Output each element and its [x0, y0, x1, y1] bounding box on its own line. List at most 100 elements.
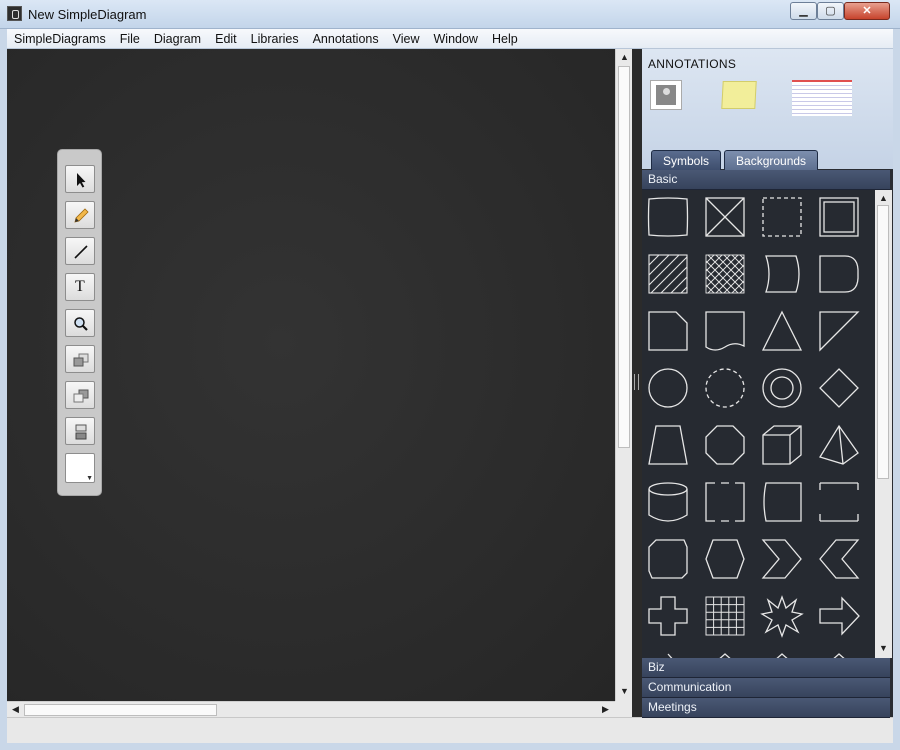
scroll-up-icon[interactable]: ▲: [617, 50, 632, 65]
image-annotation-icon[interactable]: [650, 80, 682, 110]
canvas-vertical-scroll-thumb[interactable]: [618, 66, 630, 448]
text-tool-button[interactable]: T: [65, 273, 95, 301]
status-bar: [7, 717, 893, 743]
title-bar: New SimpleDiagram ▁ ▢ ✕: [0, 0, 900, 29]
menu-file[interactable]: File: [113, 29, 147, 48]
tab-backgrounds[interactable]: Backgrounds: [724, 150, 819, 170]
crossed-box-symbol[interactable]: [703, 195, 747, 239]
dashed-circle-symbol[interactable]: [703, 366, 747, 410]
maximize-button[interactable]: ▢: [817, 2, 844, 20]
window-title: New SimpleDiagram: [28, 7, 147, 22]
double-box-symbol[interactable]: [817, 195, 861, 239]
app-icon: [7, 6, 22, 21]
document-symbol[interactable]: [703, 309, 747, 353]
menu-window[interactable]: Window: [427, 29, 485, 48]
annotations-title: ANNOTATIONS: [648, 57, 737, 71]
bring-forward-button[interactable]: [65, 345, 95, 373]
chevron-down-icon: ▼: [86, 475, 93, 482]
section-communication[interactable]: Communication: [642, 678, 890, 698]
splitter-grip-icon[interactable]: [634, 374, 639, 390]
text-icon: T: [75, 278, 85, 295]
library-scrollbar[interactable]: ▲ ▼: [875, 190, 892, 658]
grid-symbol[interactable]: [703, 594, 747, 638]
arrow-symbol[interactable]: [817, 594, 861, 638]
partial-symbol[interactable]: [646, 651, 690, 658]
line-icon: [74, 245, 88, 259]
send-backward-icon: [73, 389, 89, 403]
scroll-right-icon[interactable]: ▶: [598, 702, 613, 717]
starburst-symbol[interactable]: [760, 594, 804, 638]
canvas-horizontal-scrollbar[interactable]: ◀ ▶: [7, 701, 615, 717]
select-tool-button[interactable]: [65, 165, 95, 193]
close-button[interactable]: ✕: [844, 2, 890, 20]
partial-symbol[interactable]: [817, 651, 861, 658]
send-backward-button[interactable]: [65, 381, 95, 409]
section-biz[interactable]: Biz: [642, 658, 890, 678]
library-tabs: Symbols Backgrounds: [651, 150, 819, 170]
partial-symbol[interactable]: [703, 651, 747, 658]
magnifier-icon: [74, 317, 88, 331]
align-icon: [75, 424, 87, 440]
scroll-up-icon[interactable]: ▲: [876, 191, 891, 206]
scroll-corner: [615, 701, 632, 717]
panel-splitter[interactable]: [632, 49, 642, 717]
circle-symbol[interactable]: [646, 366, 690, 410]
tab-symbols[interactable]: Symbols: [651, 150, 722, 170]
arrow-pointer-icon: [77, 173, 86, 188]
menu-diagram[interactable]: Diagram: [147, 29, 208, 48]
rectangle-symbol[interactable]: [646, 195, 690, 239]
align-button[interactable]: [65, 417, 95, 445]
diamond-symbol[interactable]: [817, 366, 861, 410]
section-meetings[interactable]: Meetings: [642, 698, 890, 718]
storage-symbol[interactable]: [760, 252, 804, 296]
delay-symbol[interactable]: [817, 252, 861, 296]
hatched-box-symbol[interactable]: [646, 252, 690, 296]
pencil-icon: [74, 208, 89, 223]
tool-palette: T ▼: [57, 149, 102, 496]
cut-corner-box-symbol[interactable]: [646, 309, 690, 353]
color-swatch-button[interactable]: ▼: [65, 453, 95, 483]
right-triangle-symbol[interactable]: [817, 309, 861, 353]
minimize-button[interactable]: ▁: [790, 2, 817, 20]
lined-paper-icon[interactable]: [792, 80, 852, 116]
menu-view[interactable]: View: [386, 29, 427, 48]
line-tool-button[interactable]: [65, 237, 95, 265]
cube-symbol[interactable]: [760, 423, 804, 467]
zoom-tool-button[interactable]: [65, 309, 95, 337]
scroll-left-icon[interactable]: ◀: [8, 702, 23, 717]
triangle-symbol[interactable]: [760, 309, 804, 353]
section-basic[interactable]: Basic: [642, 170, 890, 190]
library-scroll-thumb[interactable]: [877, 205, 889, 479]
rounded-octagon-symbol[interactable]: [646, 537, 690, 581]
reverse-chevron-symbol[interactable]: [817, 537, 861, 581]
canvas-horizontal-scroll-thumb[interactable]: [24, 704, 217, 716]
sticky-note-icon[interactable]: [721, 81, 757, 109]
open-box-symbol[interactable]: [817, 480, 861, 524]
octagon-symbol[interactable]: [703, 423, 747, 467]
cross-symbol[interactable]: [646, 594, 690, 638]
scroll-down-icon[interactable]: ▼: [876, 641, 891, 656]
chevron-symbol[interactable]: [760, 537, 804, 581]
crosshatched-box-symbol[interactable]: [703, 252, 747, 296]
symbol-grid: [642, 190, 875, 658]
menu-help[interactable]: Help: [485, 29, 525, 48]
pencil-tool-button[interactable]: [65, 201, 95, 229]
menu-annotations[interactable]: Annotations: [306, 29, 386, 48]
library-panel: ANNOTATIONS Symbols Backgrounds Basic ▲ …: [642, 49, 893, 718]
pyramid-symbol[interactable]: [817, 423, 861, 467]
cylinder-symbol[interactable]: [646, 480, 690, 524]
dashed-box-symbol[interactable]: [760, 195, 804, 239]
bring-forward-icon: [73, 353, 89, 367]
partial-symbol[interactable]: [760, 651, 804, 658]
menu-libraries[interactable]: Libraries: [244, 29, 306, 48]
menu-bar: SimpleDiagrams File Diagram Edit Librari…: [7, 29, 893, 49]
canvas-vertical-scrollbar[interactable]: ▲ ▼: [615, 49, 632, 701]
hexagon-symbol[interactable]: [703, 537, 747, 581]
bracket-box-symbol[interactable]: [703, 480, 747, 524]
menu-simplediagrams[interactable]: SimpleDiagrams: [7, 29, 113, 48]
scroll-down-icon[interactable]: ▼: [617, 684, 632, 699]
rounded-box-symbol[interactable]: [760, 480, 804, 524]
menu-edit[interactable]: Edit: [208, 29, 244, 48]
double-circle-symbol[interactable]: [760, 366, 804, 410]
trapezoid-symbol[interactable]: [646, 423, 690, 467]
